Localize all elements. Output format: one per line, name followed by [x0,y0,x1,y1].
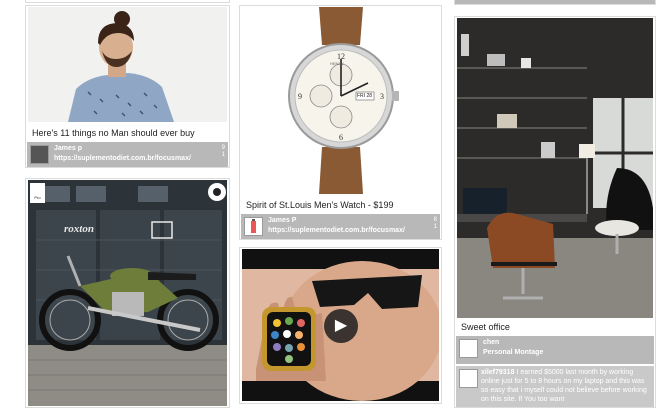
pin-comment: xilef79318 I earned $5000 last month by … [456,366,654,407]
svg-text:6: 6 [339,133,343,142]
pin-caption-office: Sweet office [461,322,510,332]
pin-caption-fashion: Here's 11 things no Man should ever buy [32,128,195,138]
user-avatar[interactable] [244,217,263,236]
pin-card-office[interactable]: Sweet office chen Personal Montage xilef… [454,16,656,408]
svg-text:9: 9 [298,92,302,101]
dial-date: FRI 28 [357,93,373,99]
pin-stats: 9 1 [222,145,225,159]
pin-image-fashion[interactable] [28,7,227,122]
pin-board-name[interactable]: Personal Montage [483,349,543,356]
like-count: 1 [433,224,437,230]
pin-image-watch[interactable]: 12 3 6 9 HENRY FRI 28 [242,7,439,194]
pin-meta-fashion: James p https://suplementodiet.com.br/fo… [27,142,228,167]
camera-icon[interactable] [208,183,226,201]
pin-username[interactable]: James P [268,217,296,224]
commenter-avatar[interactable] [459,369,478,388]
svg-text:12: 12 [337,52,345,61]
pin-card-fashion[interactable]: Here's 11 things no Man should ever buy … [25,5,230,168]
pin-card-motorcycle[interactable]: roxton roxton Pro [25,178,230,408]
bottle-icon [251,219,256,233]
pin-username[interactable]: chen [483,339,499,346]
pin-image-video[interactable]: ▶ [242,249,439,401]
pin-image-motorcycle[interactable]: roxton roxton [28,180,227,406]
pin-badge-left[interactable]: Pro [30,183,45,203]
pin-meta-watch: James P https://suplementodiet.com.br/fo… [241,214,440,239]
repin-count: 9 [221,145,225,151]
card-top-strip-right [454,0,656,5]
play-button[interactable]: ▶ [324,309,358,343]
pin-image-office[interactable] [457,18,653,318]
office-photo [457,18,653,318]
pin-stats: 8 1 [434,217,437,231]
pin-username[interactable]: James p [54,145,82,152]
pin-source-link[interactable]: https://suplementodiet.com.br/focusmax/ [268,227,405,234]
motorcycle-photo: roxton [28,180,227,406]
play-icon: ▶ [334,317,348,334]
user-avatar[interactable] [459,339,478,358]
user-avatar[interactable] [30,145,49,164]
card-top-strip-left [25,0,230,3]
svg-text:roxton: roxton [64,223,94,235]
pin-card-watch[interactable]: 12 3 6 9 HENRY FRI 28 Spirit of St.Louis M… [239,5,442,240]
svg-text:3: 3 [380,92,384,101]
repin-count: 8 [433,217,437,223]
model-photo [28,7,227,122]
comment-body: xilef79318 I earned $5000 last month by … [481,368,650,404]
comment-username[interactable]: xilef79318 [481,369,514,376]
watch-photo: 12 3 6 9 [242,7,439,194]
pin-card-video[interactable]: ▶ [239,247,442,404]
badge-label: Pro [34,195,41,200]
pin-caption-watch: Spirit of St.Louis Men's Watch - $199 [246,200,394,210]
pin-source-link[interactable]: https://suplementodiet.com.br/focusmax/ [54,155,191,162]
like-count: 1 [221,152,225,158]
dial-brand: HENRY [330,61,344,66]
pin-meta-office: chen Personal Montage [456,336,654,364]
